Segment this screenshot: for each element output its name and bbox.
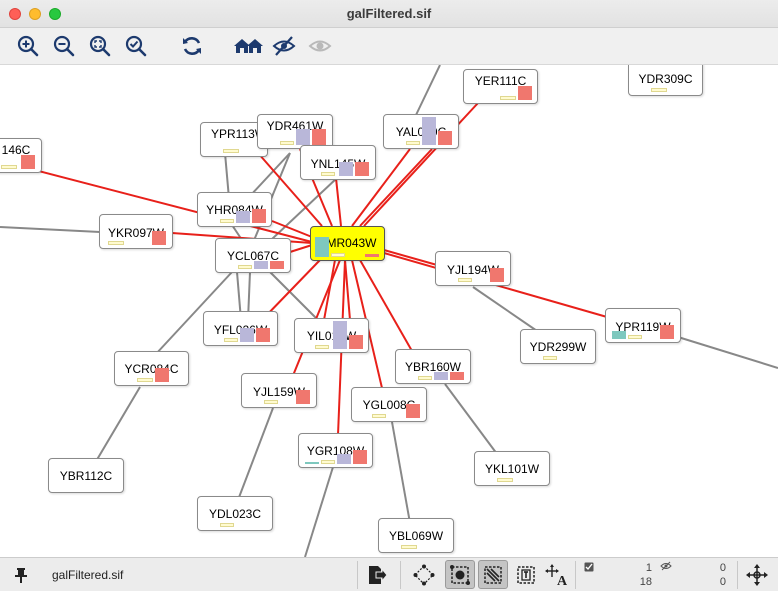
label-tool-button[interactable]: A xyxy=(542,560,572,589)
zoom-out-icon xyxy=(53,35,75,57)
network-node[interactable]: YBR112C xyxy=(48,458,124,493)
network-node[interactable]: YBL069W xyxy=(378,518,454,553)
network-node[interactable]: YCL067C xyxy=(215,238,291,273)
network-node[interactable]: YDR461W xyxy=(257,114,333,149)
network-node[interactable]: YGL008C xyxy=(351,387,427,422)
network-node[interactable]: YPR119W xyxy=(605,308,681,343)
network-node[interactable]: 146C xyxy=(0,138,42,173)
zoom-in-icon xyxy=(17,35,39,57)
select-annotations-icon xyxy=(517,565,535,584)
network-node[interactable]: YNL145W xyxy=(300,145,376,180)
network-layout-icon xyxy=(413,564,435,585)
selected-nodes-checkbox-icon xyxy=(584,562,594,572)
select-annotations-toggle[interactable] xyxy=(511,560,541,589)
edge-highlighted[interactable] xyxy=(289,244,313,253)
zoom-in-button[interactable] xyxy=(14,33,42,59)
network-node[interactable]: YKR097W xyxy=(99,214,173,249)
export-button[interactable] xyxy=(362,560,392,589)
network-node[interactable]: YBR160W xyxy=(395,349,471,384)
title-bar: galFiltered.sif xyxy=(0,0,778,28)
zoom-fit-icon xyxy=(89,35,111,57)
select-nodes-toggle[interactable] xyxy=(445,560,475,589)
network-node[interactable]: YHR084W xyxy=(197,192,272,227)
hide-selected-button[interactable] xyxy=(270,33,298,59)
edge-highlighted[interactable] xyxy=(383,249,438,266)
edge[interactable] xyxy=(304,466,334,557)
hidden-eye-icon xyxy=(660,561,672,571)
edge[interactable] xyxy=(0,226,101,233)
select-edges-toggle[interactable] xyxy=(478,560,508,589)
show-icon xyxy=(308,40,332,52)
network-node[interactable]: YAL040C xyxy=(383,114,459,149)
total-node-count: 18 xyxy=(639,576,652,588)
refresh-button[interactable] xyxy=(178,33,206,59)
network-file-name: galFiltered.sif xyxy=(52,568,124,582)
network-node[interactable]: YDL023C xyxy=(197,496,273,531)
network-node[interactable]: YDR299W xyxy=(520,329,596,364)
export-icon xyxy=(369,565,388,584)
hidden-node-count: 0 xyxy=(719,562,726,574)
edge[interactable] xyxy=(444,383,501,459)
status-bar: galFiltered.sif A 1 18 0 0 xyxy=(0,557,778,591)
zoom-fit-button[interactable] xyxy=(86,33,114,59)
network-node-selected[interactable]: YMR043W xyxy=(310,226,385,261)
toolbar xyxy=(0,28,778,65)
move-arrows-icon xyxy=(746,563,768,586)
layout-button[interactable] xyxy=(409,560,439,589)
edge-highlighted[interactable] xyxy=(335,177,342,227)
edge[interactable] xyxy=(391,421,411,524)
window-title: galFiltered.sif xyxy=(346,6,432,21)
edge[interactable] xyxy=(94,386,141,464)
network-node[interactable]: YFL026W xyxy=(203,311,278,346)
home-button[interactable] xyxy=(232,33,266,59)
edge-highlighted[interactable] xyxy=(323,259,336,321)
network-node[interactable]: YIL015W xyxy=(294,318,369,353)
zoom-selected-icon xyxy=(125,35,147,57)
select-edges-icon xyxy=(484,565,502,584)
selected-node-count: 1 xyxy=(645,562,652,574)
move-label-icon: A xyxy=(545,563,568,586)
hidden-edge-count: 0 xyxy=(719,576,726,588)
edge[interactable] xyxy=(677,336,778,369)
svg-text:A: A xyxy=(557,574,568,586)
pin-button[interactable] xyxy=(6,560,36,589)
edge-highlighted[interactable] xyxy=(344,259,351,321)
network-canvas[interactable]: 146C YER111C YDR309C YPR113W YDR461W YAL… xyxy=(0,65,778,557)
edge[interactable] xyxy=(237,407,274,501)
network-node[interactable]: YKL101W xyxy=(474,451,550,486)
network-navigator-button[interactable] xyxy=(742,560,772,589)
network-node[interactable]: YDR309C xyxy=(628,65,703,96)
network-node[interactable]: YJL194W xyxy=(435,251,511,286)
zoom-out-button[interactable] xyxy=(50,33,78,59)
home-icon xyxy=(234,39,263,53)
zoom-selected-button[interactable] xyxy=(122,33,150,59)
show-all-button[interactable] xyxy=(306,33,334,59)
network-node[interactable]: YGR108W xyxy=(298,433,373,468)
pin-icon xyxy=(15,567,27,583)
edge[interactable] xyxy=(415,65,441,116)
refresh-icon xyxy=(183,37,201,55)
network-node[interactable]: YJL159W xyxy=(241,373,317,408)
network-node[interactable]: YCR084C xyxy=(114,351,189,386)
select-nodes-icon xyxy=(450,564,470,585)
hide-icon xyxy=(272,36,296,56)
network-node[interactable]: YER111C xyxy=(463,69,538,104)
